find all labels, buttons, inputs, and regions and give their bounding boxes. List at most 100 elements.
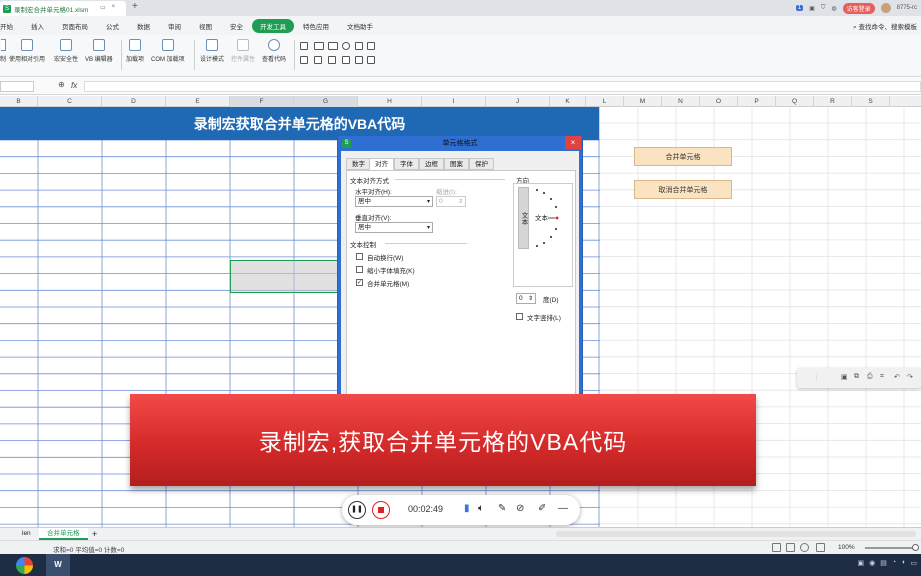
tab-alignment[interactable]: 对齐 xyxy=(369,158,394,170)
column-header-r[interactable]: R xyxy=(814,96,852,107)
menu-data[interactable]: 数据 xyxy=(128,21,159,31)
more-controls-icon[interactable] xyxy=(367,56,375,64)
minimize-icon[interactable]: — xyxy=(558,503,568,514)
menu-formulas[interactable]: 公式 xyxy=(97,21,128,31)
column-header-b[interactable]: B xyxy=(0,96,38,107)
record-macro-button[interactable]: 制 xyxy=(0,39,6,63)
wrap-text-checkbox[interactable] xyxy=(356,253,363,260)
zoom-slider[interactable] xyxy=(865,547,917,549)
column-header-p[interactable]: P xyxy=(738,96,776,107)
print-icon[interactable]: ⎙ xyxy=(867,373,873,381)
indent-stepper[interactable]: 0 ⇕ xyxy=(436,196,466,207)
macro-security-button[interactable]: 宏安全性 xyxy=(54,39,78,63)
tab-pattern[interactable]: 图案 xyxy=(444,158,469,170)
menu-home[interactable]: 开始 xyxy=(0,21,22,31)
column-header-o[interactable]: O xyxy=(700,96,738,107)
undo-icon[interactable]: ↶ xyxy=(894,373,900,381)
column-header-d[interactable]: D xyxy=(102,96,166,107)
stop-button[interactable] xyxy=(372,501,390,519)
column-header-f[interactable]: F xyxy=(230,96,294,107)
camera-icon[interactable]: ⊘ xyxy=(516,503,524,514)
column-header-n[interactable]: N xyxy=(662,96,700,107)
vertical-align-select[interactable]: 居中 ▾ xyxy=(355,222,433,233)
tab-protection[interactable]: 保护 xyxy=(469,158,494,170)
design-mode-button[interactable]: 设计模式 xyxy=(200,39,224,63)
layout-icon[interactable]: ▣ xyxy=(809,5,815,12)
name-box[interactable] xyxy=(0,81,34,92)
reading-mode-icon[interactable] xyxy=(816,543,825,552)
page-break-view-icon[interactable] xyxy=(800,543,809,552)
addins-button[interactable]: 加载项 xyxy=(126,39,144,63)
combobox-control-icon[interactable] xyxy=(367,42,375,50)
merge-cells-button[interactable]: 合并单元格 xyxy=(634,147,732,166)
network-icon[interactable]: ◔ xyxy=(892,559,896,567)
column-header-l[interactable]: L xyxy=(586,96,624,107)
vertical-text-checkbox[interactable] xyxy=(516,313,523,320)
menu-insert[interactable]: 插入 xyxy=(22,21,53,31)
print-preview-icon[interactable]: ⧉ xyxy=(854,373,859,381)
column-header-h[interactable]: H xyxy=(358,96,422,107)
menu-view[interactable]: 视图 xyxy=(190,21,221,31)
volume-icon[interactable]: ◖ xyxy=(901,559,905,567)
vertical-text-button[interactable]: 文本 xyxy=(518,187,529,249)
tray-app-icon[interactable]: ▤ xyxy=(880,559,887,567)
menu-developer[interactable]: 开发工具 xyxy=(252,18,294,33)
column-header-c[interactable]: C xyxy=(38,96,102,107)
com-addins-button[interactable]: COM 加载项 xyxy=(151,39,185,63)
radio-control-icon[interactable] xyxy=(342,42,350,50)
sheet-tab-len[interactable]: len xyxy=(22,528,31,540)
column-header-i[interactable]: I xyxy=(422,96,486,107)
image-control-icon[interactable] xyxy=(342,56,350,64)
new-tab-button[interactable]: + xyxy=(132,1,138,12)
shrink-to-fit-checkbox[interactable] xyxy=(356,266,363,273)
column-header-m[interactable]: M xyxy=(624,96,662,107)
menu-review[interactable]: 审阅 xyxy=(159,21,190,31)
column-header-j[interactable]: J xyxy=(486,96,550,107)
normal-view-icon[interactable] xyxy=(772,543,781,552)
button-control-icon[interactable] xyxy=(314,42,324,50)
chat-icon[interactable]: ▭ xyxy=(910,559,917,567)
drag-handle-icon[interactable]: ⋮ xyxy=(813,373,820,381)
sheet-tab-merge[interactable]: 合并单元格 xyxy=(39,528,88,540)
label-control-icon[interactable] xyxy=(328,42,338,50)
format-painter-icon[interactable]: ⌗ xyxy=(880,373,884,381)
textbox-control-icon[interactable] xyxy=(328,56,336,64)
relative-reference-button[interactable]: 使用相对引用 xyxy=(9,39,45,63)
control-properties-button[interactable]: 控件属性 xyxy=(231,39,255,63)
redo-icon[interactable]: ↷ xyxy=(907,373,913,381)
menu-security[interactable]: 安全 xyxy=(221,21,252,31)
merge-cells-checkbox[interactable]: ✓ xyxy=(356,279,363,286)
column-header-s[interactable]: S xyxy=(852,96,890,107)
save-icon[interactable]: ▣ xyxy=(841,373,848,381)
speaker-icon[interactable]: 🔈︎ xyxy=(478,503,484,514)
tab-border[interactable]: 边框 xyxy=(419,158,444,170)
tab-font[interactable]: 字体 xyxy=(394,158,419,170)
listbox-control-icon[interactable] xyxy=(355,42,363,50)
horizontal-align-select[interactable]: 居中 ▾ xyxy=(355,196,433,207)
column-header-g[interactable]: G xyxy=(294,96,358,107)
scrollbar-control-icon[interactable] xyxy=(314,56,322,64)
magnifier-icon[interactable]: ⊕ xyxy=(58,80,65,89)
zoom-slider-handle[interactable] xyxy=(912,544,919,551)
menu-doc-helper[interactable]: 文档助手 xyxy=(338,21,382,31)
formula-input[interactable] xyxy=(84,81,921,92)
fx-icon[interactable]: fx xyxy=(71,81,77,90)
horizontal-scrollbar[interactable] xyxy=(556,531,916,537)
shirt-icon[interactable]: ⛉ xyxy=(821,5,826,12)
spin-control-icon[interactable] xyxy=(300,56,308,64)
pen-icon[interactable]: ✐ xyxy=(538,503,546,514)
notification-badge[interactable]: 1 xyxy=(795,5,804,11)
column-header-k[interactable]: K xyxy=(550,96,586,107)
avatar[interactable] xyxy=(880,3,891,13)
column-header-q[interactable]: Q xyxy=(776,96,814,107)
page-layout-view-icon[interactable] xyxy=(786,543,795,552)
column-header-e[interactable]: E xyxy=(166,96,230,107)
vb-editor-button[interactable]: VB 编辑器 xyxy=(85,39,113,63)
unmerge-cells-button[interactable]: 取消合并单元格 xyxy=(634,180,732,199)
tray-app-icon[interactable]: ▣ xyxy=(858,559,865,567)
close-icon[interactable]: × xyxy=(565,136,581,149)
browser-icon[interactable] xyxy=(16,557,33,574)
bell-icon[interactable]: ◍ xyxy=(831,5,836,12)
window-icon[interactable]: ▭ xyxy=(100,4,106,11)
add-sheet-button[interactable]: + xyxy=(92,528,97,540)
